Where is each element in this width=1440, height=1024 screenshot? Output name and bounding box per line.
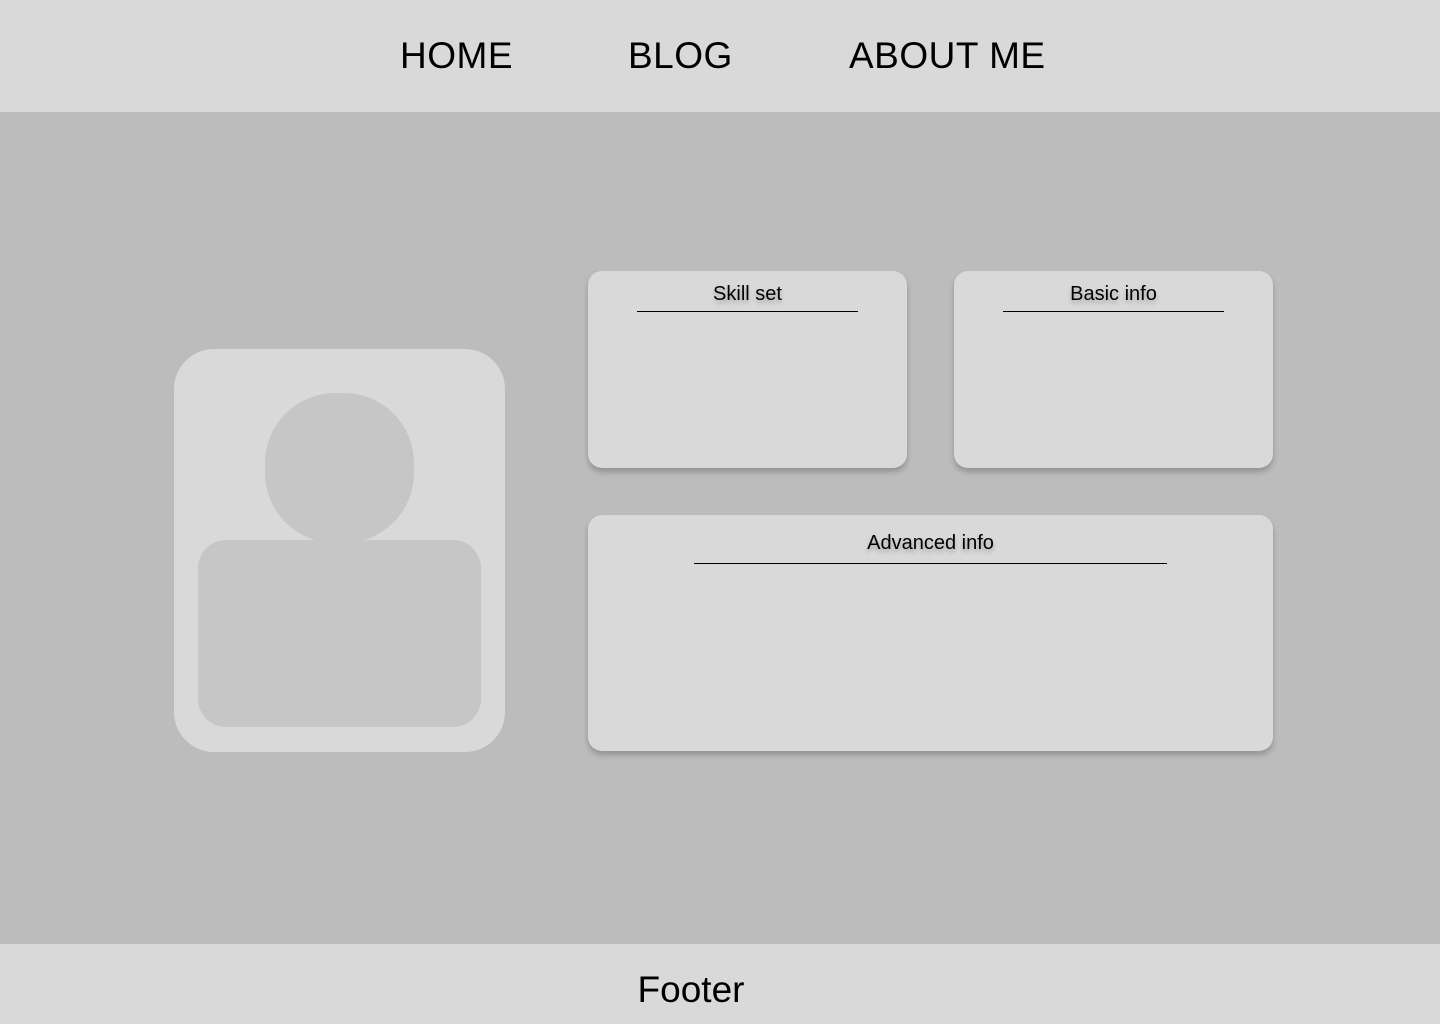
advanced-info-card: Advanced info: [588, 515, 1273, 751]
skill-set-card: Skill set: [588, 271, 907, 468]
nav-about-me-link[interactable]: ABOUT ME: [849, 34, 1046, 78]
footer-text: Footer: [637, 969, 745, 1010]
nav-blog-link[interactable]: BLOG: [628, 34, 733, 78]
profile-photo-card: [174, 349, 505, 752]
basic-info-card: Basic info: [954, 271, 1273, 468]
advanced-info-divider: [694, 563, 1167, 564]
user-placeholder-icon-head: [265, 393, 414, 543]
user-placeholder-icon-body: [198, 540, 481, 727]
top-navigation-bar: HOME BLOG ABOUT ME: [0, 0, 1440, 112]
footer: Footer: [0, 944, 1440, 1024]
page: HOME BLOG ABOUT ME Skill set Basic info …: [0, 0, 1440, 1024]
basic-info-title: Basic info: [1070, 283, 1157, 305]
advanced-info-title: Advanced info: [867, 532, 994, 554]
skill-set-divider: [637, 311, 858, 312]
nav-home-link[interactable]: HOME: [400, 34, 513, 78]
basic-info-divider: [1003, 311, 1224, 312]
skill-set-title: Skill set: [713, 283, 782, 305]
